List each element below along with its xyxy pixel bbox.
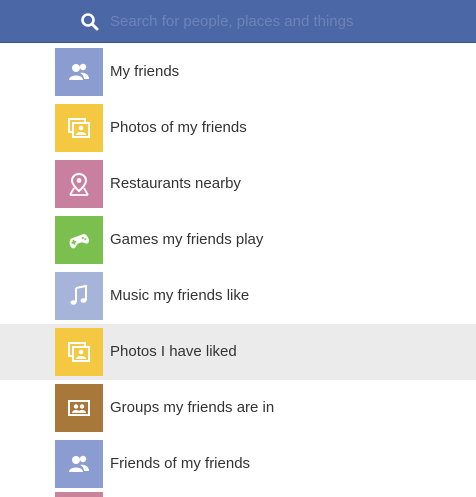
suggestion-label: Photos of my friends	[110, 119, 247, 136]
music-note-icon	[70, 284, 87, 305]
suggestion-item[interactable]: My friends	[0, 44, 476, 100]
suggestion-item[interactable]: Friends of my friends	[0, 436, 476, 492]
suggestion-label: Restaurants nearby	[110, 175, 241, 192]
suggestion-label: Friends of my friends	[110, 455, 251, 472]
search-icon[interactable]	[80, 12, 100, 32]
suggestion-tile	[55, 160, 103, 208]
suggestion-list: My friends Photos of my friends Restaura…	[0, 44, 476, 492]
suggestion-item[interactable]: Photos of my friends	[0, 100, 476, 156]
suggestion-label: Games my friends play	[110, 231, 264, 248]
suggestion-tile	[55, 104, 103, 152]
search-input[interactable]	[110, 9, 460, 34]
map-pin-icon	[69, 172, 89, 196]
next-suggestion-tile-partial	[55, 492, 103, 497]
suggestion-item[interactable]: Games my friends play	[0, 212, 476, 268]
suggestion-item[interactable]: Restaurants nearby	[0, 156, 476, 212]
suggestion-item[interactable]: Photos I have liked	[0, 324, 476, 380]
suggestion-tile	[55, 48, 103, 96]
photos-icon	[68, 118, 90, 138]
suggestion-tile	[55, 328, 103, 376]
search-bar	[0, 0, 476, 43]
photos-icon	[68, 342, 90, 362]
game-controller-icon	[69, 233, 89, 249]
suggestion-label: Music my friends like	[110, 287, 250, 304]
suggestion-label: Photos I have liked	[110, 343, 237, 360]
groups-icon	[68, 400, 90, 416]
suggestion-item[interactable]: Groups my friends are in	[0, 380, 476, 436]
suggestion-tile	[55, 216, 103, 264]
suggestion-tile	[55, 440, 103, 488]
suggestion-label: My friends	[110, 63, 180, 80]
suggestion-tile	[55, 272, 103, 320]
suggestion-label: Groups my friends are in	[110, 399, 275, 416]
suggestion-item[interactable]: Music my friends like	[0, 268, 476, 324]
friends-icon	[69, 63, 89, 80]
suggestion-tile	[55, 384, 103, 432]
friends-icon	[69, 455, 89, 472]
